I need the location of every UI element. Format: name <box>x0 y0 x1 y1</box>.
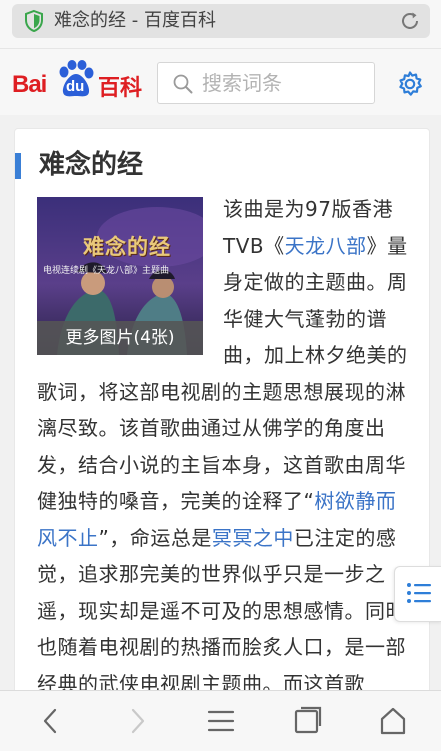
logo-text-du: du <box>66 78 85 95</box>
link-tianlongbabu[interactable]: 天龙八部 <box>285 234 367 258</box>
body-text: 已注定的感觉，追求那完美的世界似乎只是一步之遥，现实却是遥不可及的思想感情。同时… <box>37 525 406 696</box>
table-of-contents-button[interactable] <box>394 566 441 622</box>
search-input[interactable] <box>202 69 362 97</box>
baidu-baike-logo[interactable]: Bai du 百科 <box>12 57 144 103</box>
paw-logo-icon: du <box>55 60 97 100</box>
browser-bottom-bar <box>0 690 441 751</box>
back-arrow-icon[interactable] <box>36 706 66 736</box>
logo-text-baike: 百科 <box>98 76 143 101</box>
site-header: Bai du 百科 <box>0 48 441 115</box>
image-float-spacer <box>37 191 223 357</box>
menu-icon[interactable] <box>206 706 236 736</box>
logo-text-bai: Bai <box>12 71 47 98</box>
address-bar[interactable]: 难念的经 - 百度百科 <box>12 4 430 38</box>
gear-icon[interactable] <box>396 70 424 98</box>
title-accent-bar <box>15 153 21 179</box>
tabs-icon[interactable] <box>292 706 322 736</box>
browser-top-bar: 难念的经 - 百度百科 <box>0 0 441 48</box>
page-title-in-address-bar: 难念的经 - 百度百科 <box>54 10 216 31</box>
search-icon[interactable] <box>172 73 194 95</box>
link-mingmingzhizhong[interactable]: 冥冥之中 <box>212 526 294 550</box>
search-box[interactable] <box>157 62 375 104</box>
shield-icon <box>22 9 46 33</box>
article-card: 难念的经 难念的经 电视连续剧《天龙八部》主题曲 更多图片(4张) 该曲是为97… <box>14 128 430 730</box>
home-icon[interactable] <box>378 706 408 736</box>
forward-arrow-icon[interactable] <box>122 706 152 736</box>
body-text: ”，命运总是 <box>98 525 212 550</box>
article-title: 难念的经 <box>39 150 144 180</box>
article-body: 该曲是为97版香港TVB《天龙八部》量身定做的主题曲。周华健大气蓬勃的谱曲，加上… <box>37 191 409 702</box>
reload-icon[interactable] <box>398 9 422 33</box>
